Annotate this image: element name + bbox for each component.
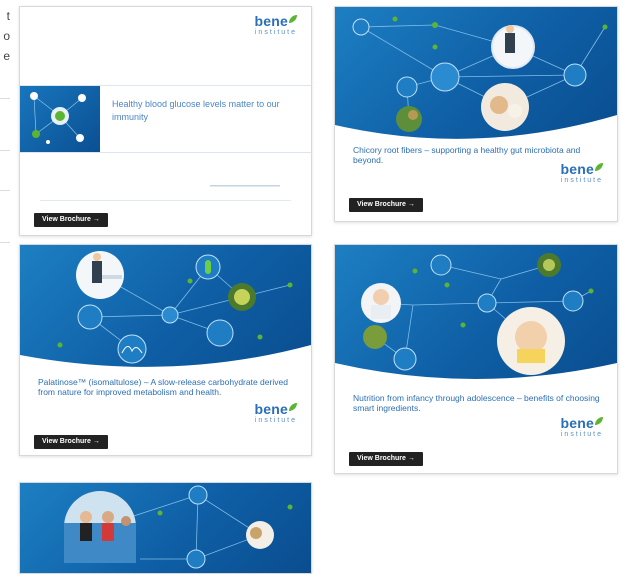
brochure-card-glucose[interactable]: bene institute Healthy blood glucose lev… [19,6,312,236]
cover-image [20,245,311,371]
cover-rule [40,200,291,201]
leaf-icon [289,403,297,411]
card-caption: Nutrition from infancy through adolescen… [353,393,600,413]
brochure-card-chicory[interactable]: Chicory root fibers – supporting a healt… [334,6,618,222]
bene-logo: bene institute [254,401,297,424]
bene-logo: bene institute [560,415,603,438]
edge-divider [0,150,10,151]
leaf-icon [289,15,297,23]
edge-divider [0,98,10,99]
edge-divider [0,190,10,191]
view-brochure-button[interactable]: View Brochure → [34,435,108,449]
cover-image [335,245,617,385]
brochure-card-active-lifestyle[interactable] [19,482,312,574]
bene-logo: bene institute [254,13,297,36]
leaf-icon [595,163,603,171]
view-brochure-button[interactable]: View Brochure → [34,213,108,227]
network-graphic [20,86,100,152]
cover-image [335,7,617,139]
view-brochure-button[interactable]: View Brochure → [349,452,423,466]
left-edge-text: t o e [0,6,10,66]
card-caption: Palatinose™ (isomaltulose) – A slow-rele… [38,377,288,397]
brochure-card-palatinose[interactable]: Palatinose™ (isomaltulose) – A slow-rele… [19,244,312,456]
cover-banner: Healthy blood glucose levels matter to o… [20,85,311,153]
edge-letter: o [3,29,10,43]
view-brochure-button[interactable]: View Brochure → [349,198,423,212]
cover-fineprint [210,183,280,191]
edge-divider [0,242,10,243]
bene-logo: bene institute [560,161,603,184]
leaf-icon [595,417,603,425]
card-headline: Healthy blood glucose levels matter to o… [112,99,280,122]
edge-letter: e [3,49,10,63]
cover-image [20,483,311,573]
edge-letter: t [6,9,10,23]
brochure-card-infancy[interactable]: Nutrition from infancy through adolescen… [334,244,618,474]
